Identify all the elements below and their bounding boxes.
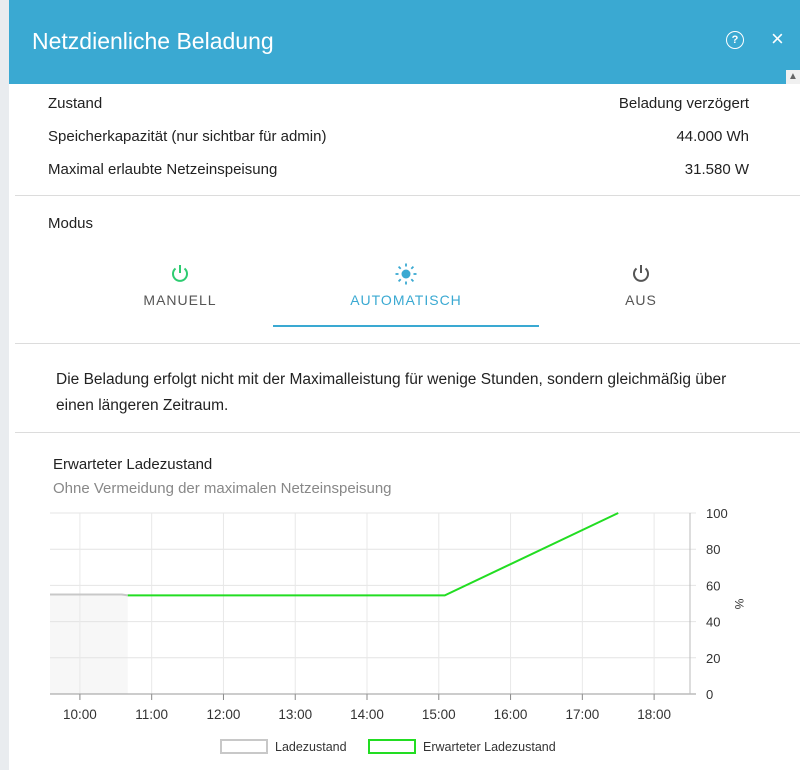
y-tick-label: 80 <box>706 542 720 557</box>
x-tick-label: 14:00 <box>350 707 384 722</box>
divider <box>15 432 800 433</box>
info-label: Zustand <box>48 95 103 112</box>
dialog-title: Netzdienliche Beladung <box>32 28 274 54</box>
soc-chart: 0 20 40 60 80 100 10:00 11:00 12:00 13:00 14:00 15:… <box>50 506 746 754</box>
close-icon[interactable]: × <box>771 26 784 52</box>
history-area <box>50 594 128 694</box>
y-axis-label: % <box>732 599 746 610</box>
power-icon <box>633 265 649 282</box>
x-tick-label: 12:00 <box>207 707 241 722</box>
legend-label: Erwarteter Ladezustand <box>423 740 556 754</box>
info-row-netzeinspeisung: Maximal erlaubte Netzeinspeisung 31.580 … <box>48 161 749 178</box>
info-row-zustand: Zustand Beladung verzögert <box>48 95 749 112</box>
series-erwarteter-ladezustand <box>127 512 619 597</box>
divider <box>15 343 800 344</box>
x-tick-label: 13:00 <box>278 707 312 722</box>
mode-description: Die Beladung erfolgt nicht mit der Maxim… <box>56 371 727 414</box>
mode-label: MANUELL <box>143 292 217 308</box>
info-value: 44.000 Wh <box>676 128 749 145</box>
divider <box>15 195 800 196</box>
y-tick-label: 20 <box>706 651 720 666</box>
chart-subtitle: Ohne Vermeidung der maximalen Netzeinspe… <box>53 480 392 497</box>
legend-swatch <box>220 739 268 754</box>
x-tick-label: 17:00 <box>565 707 599 722</box>
x-tick-label: 18:00 <box>637 707 671 722</box>
mode-aus[interactable]: AUS <box>541 262 741 308</box>
info-label: Speicherkapazität (nur sichtbar für admi… <box>48 128 327 145</box>
x-tick-label: 15:00 <box>422 707 456 722</box>
x-tick-label: 16:00 <box>494 707 528 722</box>
legend-label: Ladezustand <box>275 740 347 754</box>
x-tick-label: 11:00 <box>135 707 168 722</box>
modus-label: Modus <box>48 215 94 232</box>
x-tick-label: 10:00 <box>63 707 97 722</box>
active-tab-indicator <box>273 325 539 327</box>
help-icon[interactable]: ? <box>726 31 744 49</box>
mode-label: AUTOMATISCH <box>350 292 462 308</box>
info-row-speicherkapazitaet: Speicherkapazität (nur sichtbar für admi… <box>48 128 749 145</box>
dialog-header: Netzdienliche Beladung ? × <box>9 0 800 84</box>
info-value: Beladung verzögert <box>618 95 749 112</box>
info-value: 31.580 W <box>684 161 749 178</box>
scroll-up-arrow[interactable]: ▲ <box>786 70 800 84</box>
y-tick-label: 40 <box>706 615 720 630</box>
y-tick-label: 0 <box>706 687 713 702</box>
series-ladezustand <box>50 593 128 597</box>
legend-swatch <box>368 739 416 754</box>
power-icon <box>172 265 188 282</box>
dialog: Netzdienliche Beladung ? × ▲ Zustand Bel… <box>9 0 800 770</box>
sun-icon <box>395 263 417 285</box>
y-tick-label: 100 <box>706 506 728 521</box>
y-tick-label: 60 <box>706 578 720 593</box>
mode-label: AUS <box>625 292 657 308</box>
mode-automatisch[interactable]: AUTOMATISCH <box>306 262 506 308</box>
chart-title: Erwarteter Ladezustand <box>53 456 213 473</box>
info-label: Maximal erlaubte Netzeinspeisung <box>48 161 278 178</box>
mode-manuell[interactable]: MANUELL <box>80 262 280 308</box>
